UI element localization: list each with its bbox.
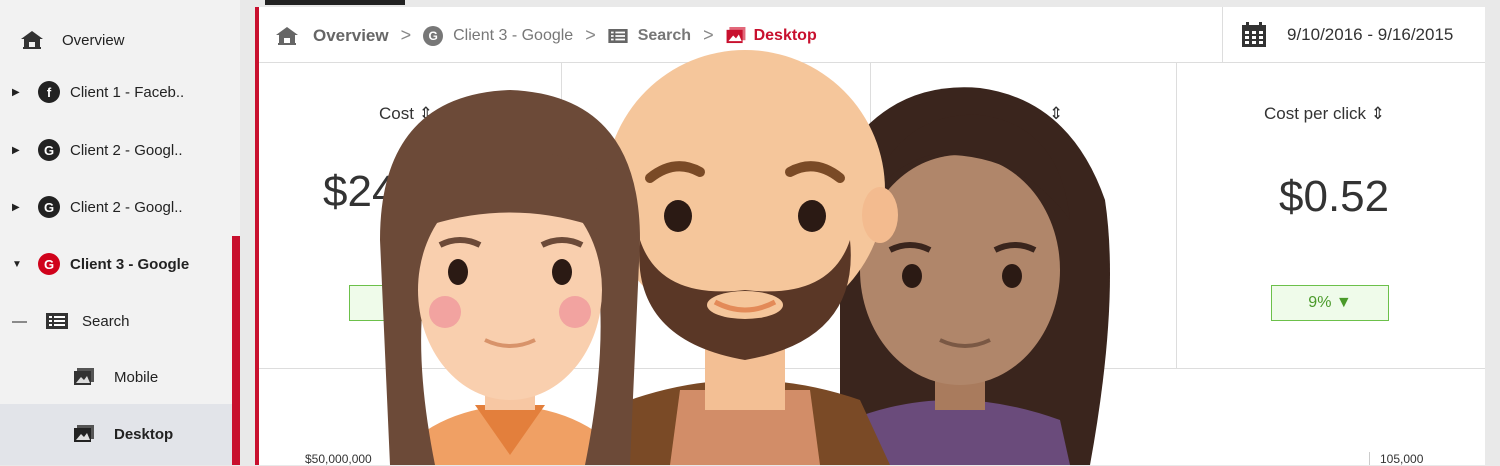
sort-icon[interactable]: ⇕ xyxy=(1371,104,1385,123)
people-illustration xyxy=(380,50,1110,465)
sidebar-item-search[interactable]: — Search xyxy=(0,293,232,349)
caret-right-icon[interactable]: ▶ xyxy=(12,202,22,213)
active-tab-indicator xyxy=(265,0,405,5)
chart-left-axis-label: $50,000,000 xyxy=(305,452,372,466)
metric-cpc-change: 9% ▼ xyxy=(1271,285,1389,321)
sidebar-item-label: Client 2 - Googl.. xyxy=(70,141,183,159)
facebook-icon: f xyxy=(38,81,60,103)
sidebar-active-bar xyxy=(232,236,240,465)
divider xyxy=(1176,63,1177,368)
sidebar-item-client1[interactable]: ▶ f Client 1 - Faceb.. xyxy=(0,64,232,120)
image-icon xyxy=(74,368,94,385)
collapse-dash-icon[interactable]: — xyxy=(12,313,34,330)
chart-axis-tick xyxy=(1369,452,1370,465)
caret-right-icon[interactable]: ▶ xyxy=(12,145,22,156)
calendar-icon xyxy=(1242,22,1266,47)
metric-cpc-label[interactable]: Cost per click ⇕ xyxy=(1264,104,1385,124)
google-icon: G xyxy=(38,139,60,161)
sidebar-item-client2b[interactable]: ▶ G Client 2 - Googl.. xyxy=(0,179,232,235)
date-range-text: 9/10/2016 - 9/16/2015 xyxy=(1287,25,1454,44)
metric-cpc-value: $0.52 xyxy=(1279,172,1390,221)
list-icon xyxy=(46,313,68,329)
image-icon xyxy=(74,425,94,442)
caret-down-icon[interactable]: ▼ xyxy=(12,259,22,270)
man-center-figure xyxy=(600,50,898,465)
sidebar-item-client2a[interactable]: ▶ G Client 2 - Googl.. xyxy=(0,122,232,178)
metric-label-text: Cost per click xyxy=(1264,104,1367,123)
sidebar-item-label: Mobile xyxy=(114,368,159,386)
sidebar-item-label: Overview xyxy=(62,31,125,49)
sidebar-item-label: Desktop xyxy=(114,425,174,443)
sidebar-item-label: Search xyxy=(82,312,130,330)
sidebar-item-overview[interactable]: Overview xyxy=(0,12,232,68)
date-range-picker[interactable]: 9/10/2016 - 9/16/2015 xyxy=(1222,7,1485,63)
sidebar-item-label: Client 1 - Faceb.. xyxy=(70,83,185,101)
woman-right-figure xyxy=(840,87,1110,465)
caret-right-icon[interactable]: ▶ xyxy=(12,87,22,98)
house-icon[interactable] xyxy=(275,26,299,46)
sidebar-item-desktop[interactable]: Desktop xyxy=(0,406,232,462)
sidebar: Overview ▶ f Client 1 - Faceb.. ▶ G Clie… xyxy=(0,0,240,465)
house-icon xyxy=(21,31,43,49)
sidebar-item-client3[interactable]: ▼ G Client 3 - Google xyxy=(0,236,232,292)
sidebar-item-mobile[interactable]: Mobile xyxy=(0,349,232,405)
chart-right-axis-label: 105,000 xyxy=(1380,452,1424,466)
google-icon: G xyxy=(38,196,60,218)
google-icon: G xyxy=(38,253,60,275)
sidebar-item-label: Client 3 - Google xyxy=(70,255,190,273)
sidebar-item-label: Client 2 - Googl.. xyxy=(70,198,183,216)
woman-left-figure xyxy=(380,90,640,465)
